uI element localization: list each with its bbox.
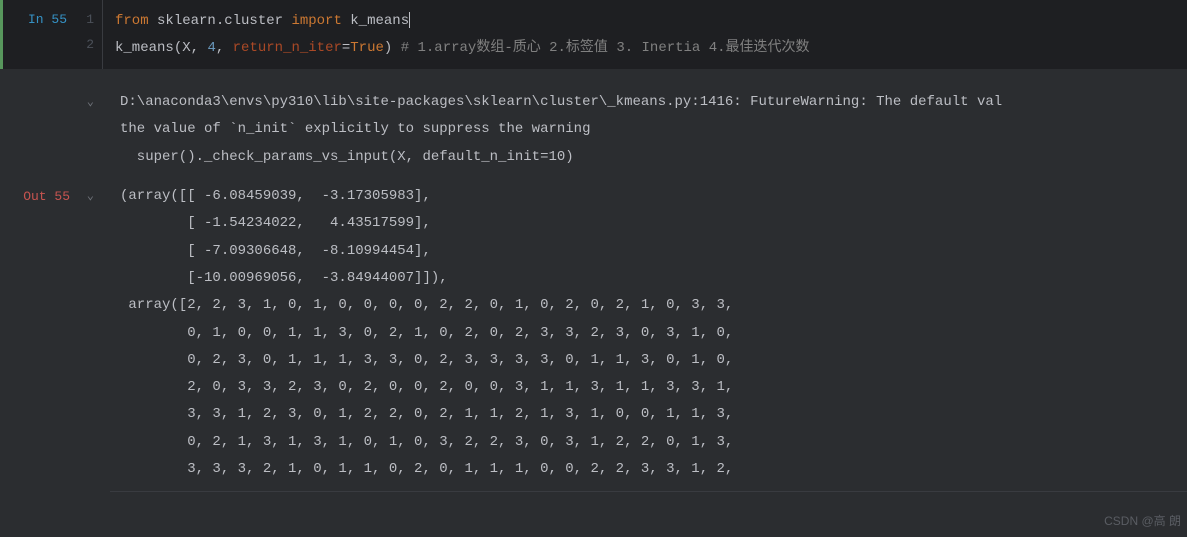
output-line: 0, 2, 3, 0, 1, 1, 1, 3, 3, 0, 2, 3, 3, 3… bbox=[120, 352, 733, 368]
output-line: 3, 3, 1, 2, 3, 0, 1, 2, 2, 0, 2, 1, 1, 2… bbox=[120, 406, 733, 422]
warning-prompt bbox=[0, 89, 70, 171]
arg-param: return_n_iter bbox=[233, 40, 342, 56]
arg-num: 4 bbox=[207, 40, 215, 56]
keyword-import: import bbox=[291, 13, 341, 29]
output-prompt: Out 55 bbox=[0, 183, 70, 483]
output-line: 2, 0, 3, 3, 2, 3, 0, 2, 0, 0, 2, 0, 0, 3… bbox=[120, 379, 733, 395]
close-paren: ) bbox=[384, 40, 392, 56]
line-number: 2 bbox=[73, 33, 94, 58]
output-line: (array([[ -6.08459039, -3.17305983], bbox=[120, 188, 431, 204]
code-comment: # 1.array数组-质心 2.标签值 3. Inertia 4.最佳迭代次数 bbox=[401, 40, 810, 56]
output-cell: Out 55 ⌄ (array([[ -6.08459039, -3.17305… bbox=[0, 171, 1187, 483]
notebook-cell: In 55 1 2 from sklearn.cluster import k_… bbox=[0, 0, 1187, 492]
fold-col[interactable]: ⌄ bbox=[70, 89, 100, 171]
out-label: Out 55 bbox=[23, 189, 70, 204]
arg-true: True bbox=[350, 40, 384, 56]
input-cell[interactable]: In 55 1 2 from sklearn.cluster import k_… bbox=[0, 0, 1187, 69]
open-paren: ( bbox=[174, 40, 182, 56]
watermark: CSDN @高 朗 bbox=[1104, 510, 1181, 533]
output-text: (array([[ -6.08459039, -3.17305983], [ -… bbox=[100, 183, 1187, 483]
warning-text: D:\anaconda3\envs\py310\lib\site-package… bbox=[100, 89, 1187, 171]
input-prompt: In 55 bbox=[3, 0, 73, 69]
warning-line: super()._check_params_vs_input(X, defaul… bbox=[120, 149, 574, 165]
fold-col[interactable]: ⌄ bbox=[70, 183, 100, 483]
arg-x: X bbox=[182, 40, 190, 56]
cell-divider bbox=[110, 491, 1187, 492]
output-line: [ -1.54234022, 4.43517599], bbox=[120, 215, 431, 231]
output-line: 3, 3, 3, 2, 1, 0, 1, 1, 0, 2, 0, 1, 1, 1… bbox=[120, 461, 733, 477]
chevron-down-icon[interactable]: ⌄ bbox=[87, 91, 94, 114]
line-gutter: 1 2 bbox=[73, 0, 103, 69]
output-line: 0, 2, 1, 3, 1, 3, 1, 0, 1, 0, 3, 2, 2, 3… bbox=[120, 434, 733, 450]
code-editor[interactable]: from sklearn.cluster import k_means k_me… bbox=[103, 0, 1187, 69]
output-line: 0, 1, 0, 0, 1, 1, 3, 0, 2, 1, 0, 2, 0, 2… bbox=[120, 325, 733, 341]
function-call: k_means bbox=[115, 40, 174, 56]
output-line: array([2, 2, 3, 1, 0, 1, 0, 0, 0, 0, 2, … bbox=[120, 297, 733, 313]
line-number: 1 bbox=[73, 8, 94, 33]
keyword-from: from bbox=[115, 13, 149, 29]
output-line: [ -7.09306648, -8.10994454], bbox=[120, 243, 431, 259]
text-cursor bbox=[409, 12, 410, 28]
in-label: In 55 bbox=[28, 12, 67, 27]
chevron-down-icon[interactable]: ⌄ bbox=[87, 185, 94, 208]
module-name: sklearn.cluster bbox=[157, 13, 283, 29]
warning-line: the value of `n_init` explicitly to supp… bbox=[120, 121, 590, 137]
import-target: k_means bbox=[350, 13, 409, 29]
warning-output: ⌄ D:\anaconda3\envs\py310\lib\site-packa… bbox=[0, 69, 1187, 171]
output-line: [-10.00969056, -3.84944007]]), bbox=[120, 270, 448, 286]
warning-line: D:\anaconda3\envs\py310\lib\site-package… bbox=[120, 94, 1002, 110]
